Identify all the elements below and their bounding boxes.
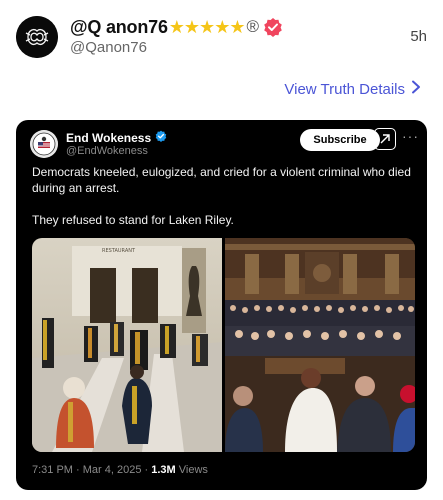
embed-avatar[interactable] — [30, 130, 58, 158]
timestamp: 5h — [410, 28, 427, 45]
registered-mark: ® — [246, 17, 259, 36]
display-name[interactable]: @Q anon76 — [70, 17, 168, 38]
post-header: @Q anon76 ★★★★★ ® @Qanon76 5h — [0, 0, 443, 78]
embed-timestamp: 7:31 PM · Mar 4, 2025 · — [32, 464, 152, 476]
restaurant-sign: RESTAURANT — [102, 248, 136, 254]
embed-text-line-1: Democrats kneeled, eulogized, and cried … — [32, 165, 411, 195]
embed-author-handle[interactable]: @EndWokeness — [66, 145, 148, 157]
embed-text: Democrats kneeled, eulogized, and cried … — [32, 164, 416, 244]
media-photo-kneeling[interactable]: RESTAURANT — [32, 238, 223, 452]
embed-media[interactable]: RESTAURANT — [32, 238, 415, 452]
star-icons: ★★★★★ — [168, 16, 246, 37]
handle[interactable]: @Qanon76 — [70, 39, 147, 56]
embed-verified-icon — [155, 130, 167, 145]
embed-author-row: End Wokeness — [66, 130, 167, 145]
view-details-link[interactable]: View Truth Details — [284, 80, 421, 98]
embed-text-line-2: They refused to stand for Laken Riley. — [32, 213, 234, 227]
views-label: Views — [175, 464, 208, 476]
avatar[interactable] — [16, 16, 58, 58]
media-photo-chamber[interactable] — [224, 238, 415, 452]
more-icon[interactable]: ··· — [402, 128, 419, 144]
views-count: 1.3M — [151, 464, 176, 476]
name-row: @Q anon76 ★★★★★ ® — [70, 16, 283, 38]
subscribe-button[interactable]: Subscribe — [300, 129, 380, 151]
chevron-right-icon — [411, 80, 421, 98]
embedded-post-card[interactable]: End Wokeness @EndWokeness Subscribe ··· … — [16, 120, 427, 490]
embed-author-name[interactable]: End Wokeness — [66, 131, 151, 145]
embed-meta: 7:31 PM · Mar 4, 2025 · 1.3M Views — [32, 464, 208, 476]
grok-icon[interactable] — [374, 128, 396, 150]
view-details-label: View Truth Details — [284, 80, 405, 98]
verified-badge-icon — [263, 17, 283, 37]
